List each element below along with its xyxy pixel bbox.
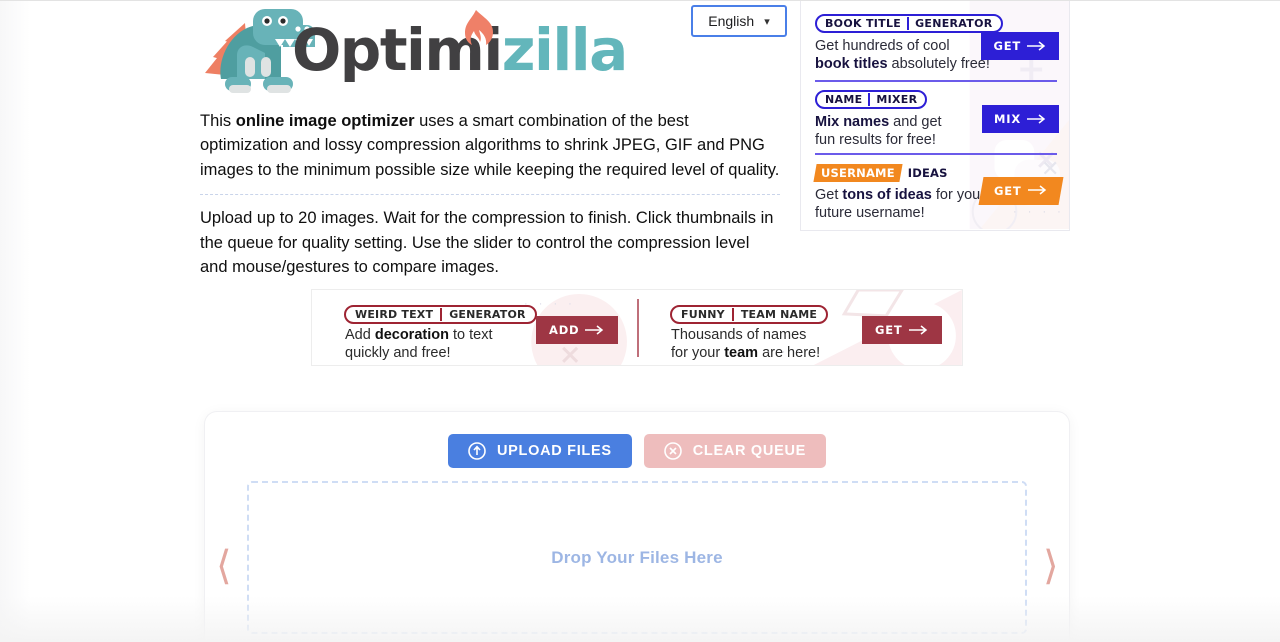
intro-paragraph-2: Upload up to 20 images. Wait for the com… [200, 209, 774, 277]
intro-divider [200, 194, 780, 196]
mid-ad-left-half[interactable]: WEIRD TEXT GENERATOR Add decoration to t… [312, 290, 638, 365]
mid-ad-description: Add decoration to text quickly and free! [345, 327, 493, 363]
mid-ad-right-half[interactable]: FUNNY TEAM NAME Thousands of names for y… [638, 290, 962, 365]
ad-pill-left: USERNAME [821, 166, 895, 180]
mid-desc-line1-plain: Add [345, 327, 375, 343]
pill-divider-icon [731, 308, 734, 321]
ad-pill-username-ideas: USERNAME IDEAS [813, 164, 952, 182]
file-dropzone[interactable]: Drop Your Files Here [247, 481, 1027, 634]
mid-desc-line1-tail: to text [448, 327, 493, 343]
mid-ad-get-button[interactable]: GET [862, 316, 942, 344]
chevron-right-icon[interactable]: ⟩ [1043, 546, 1059, 586]
clear-circle-x-icon [663, 442, 682, 460]
clear-queue-button[interactable]: CLEAR QUEUE [643, 434, 826, 468]
language-select-value: English [708, 13, 755, 29]
ad-pill-left: NAME [825, 93, 863, 106]
mid-desc-line2-bold: team [724, 344, 759, 361]
mid-ad-add-button[interactable]: ADD [536, 316, 619, 344]
ad-mix-button[interactable]: MIX [982, 105, 1059, 133]
upload-actions-row: UPLOAD FILES CLEAR QUEUE [205, 434, 1069, 468]
ad-decor-x-icon: ✕ [1041, 156, 1060, 181]
ad-pill-right: MIXER [876, 93, 918, 106]
mid-desc-line1: Thousands of names [671, 327, 807, 343]
ad-get-button-book-title[interactable]: GET [981, 32, 1059, 60]
mid-ad-decor-dots-left: · · · · [524, 298, 576, 310]
mid-ad-pill-funny-team: FUNNY TEAM NAME [670, 305, 829, 324]
mid-button-label: GET [875, 323, 903, 337]
arrow-right-icon [585, 325, 604, 335]
ad-button-label: MIX [994, 112, 1021, 126]
intro-p1-a: This [200, 112, 236, 130]
upload-files-button[interactable]: UPLOAD FILES [448, 434, 632, 468]
pill-divider-icon [440, 308, 443, 321]
arrow-right-icon [908, 325, 927, 335]
ad-pill-book-title: BOOK TITLE GENERATOR [815, 14, 1003, 33]
ad-pill-right: IDEAS [907, 166, 948, 180]
ad-desc-line1-bold: Mix names [815, 114, 890, 130]
ad-desc-line1-tail: for your [931, 187, 986, 203]
ad-desc-line2: fun results for free! [815, 131, 936, 148]
chevron-left-icon[interactable]: ⟨ [216, 546, 232, 586]
mid-pill-right: TEAM NAME [740, 308, 818, 321]
upload-files-label: UPLOAD FILES [497, 443, 612, 459]
mid-desc-line2-plain: for your [671, 344, 725, 361]
ad-decor-dots: · · · · [1013, 206, 1065, 218]
ad-desc-line1-plain: Get [815, 187, 843, 203]
mid-desc-line2: quickly and free! [345, 344, 451, 361]
mid-pill-left: FUNNY [681, 308, 725, 321]
language-select[interactable]: English ▾ [691, 5, 787, 37]
dropzone-label: Drop Your Files Here [551, 547, 723, 567]
arrow-right-icon [1027, 41, 1046, 51]
chevron-down-icon: ▾ [764, 15, 770, 28]
arrow-right-icon [1027, 114, 1046, 124]
upload-panel: UPLOAD FILES CLEAR QUEUE ⟨ ⟩ Drop Your F… [205, 412, 1069, 642]
mid-ad-pill-weird-text: WEIRD TEXT GENERATOR [344, 305, 537, 324]
mid-ad-decor-dots-right: · · · · [767, 346, 819, 358]
page-root: Optimizilla English ▾ BOOK TITLE GENERAT… [0, 0, 1280, 642]
flame-icon [465, 10, 493, 45]
site-logo[interactable]: Optimizilla [195, 3, 628, 95]
ad-desc-line1-plain: and get [889, 114, 942, 130]
ad-pill-left: BOOK TITLE [825, 17, 902, 30]
ad-desc-line2-bold: book titles [815, 55, 888, 72]
ad-desc-line2-plain: absolutely free! [887, 55, 990, 72]
mid-button-label: ADD [549, 323, 580, 337]
ad-divider-2 [815, 153, 1057, 155]
mid-pill-right: GENERATOR [449, 308, 526, 321]
ad-button-label: GET [993, 39, 1021, 53]
arrow-right-icon [1028, 184, 1048, 198]
logo-text-zilla: zilla [501, 16, 629, 84]
mid-ad-banner[interactable]: WEIRD TEXT GENERATOR Add decoration to t… [311, 289, 963, 366]
ad-pill-name-mixer: NAME MIXER [815, 90, 928, 109]
ad-desc-line1-bold: tons of ideas [842, 187, 932, 203]
ad-divider-1 [815, 80, 1057, 82]
right-ad-panel[interactable]: BOOK TITLE GENERATOR Get hundreds of coo… [800, 1, 1070, 231]
site-header: Optimizilla English ▾ [0, 1, 1280, 101]
intro-paragraph-1: This online image optimizer uses a smart… [200, 109, 780, 182]
ad-button-label: GET [994, 184, 1022, 198]
mid-pill-left: WEIRD TEXT [355, 308, 434, 321]
ad-pill-left-wrap: USERNAME [813, 164, 903, 182]
intro-p1-bold: online image optimizer [235, 112, 415, 130]
mid-desc-line1: Add decoration to text [345, 327, 493, 345]
ad-pill-right: GENERATOR [915, 17, 993, 30]
mid-desc-line1-bold: decoration [374, 327, 449, 343]
upload-circle-arrow-up-icon [468, 442, 486, 460]
intro-text-block: This online image optimizer uses a smart… [200, 109, 780, 279]
pill-divider-icon [907, 17, 910, 30]
pill-divider-icon [868, 93, 871, 106]
clear-queue-label: CLEAR QUEUE [692, 443, 806, 459]
